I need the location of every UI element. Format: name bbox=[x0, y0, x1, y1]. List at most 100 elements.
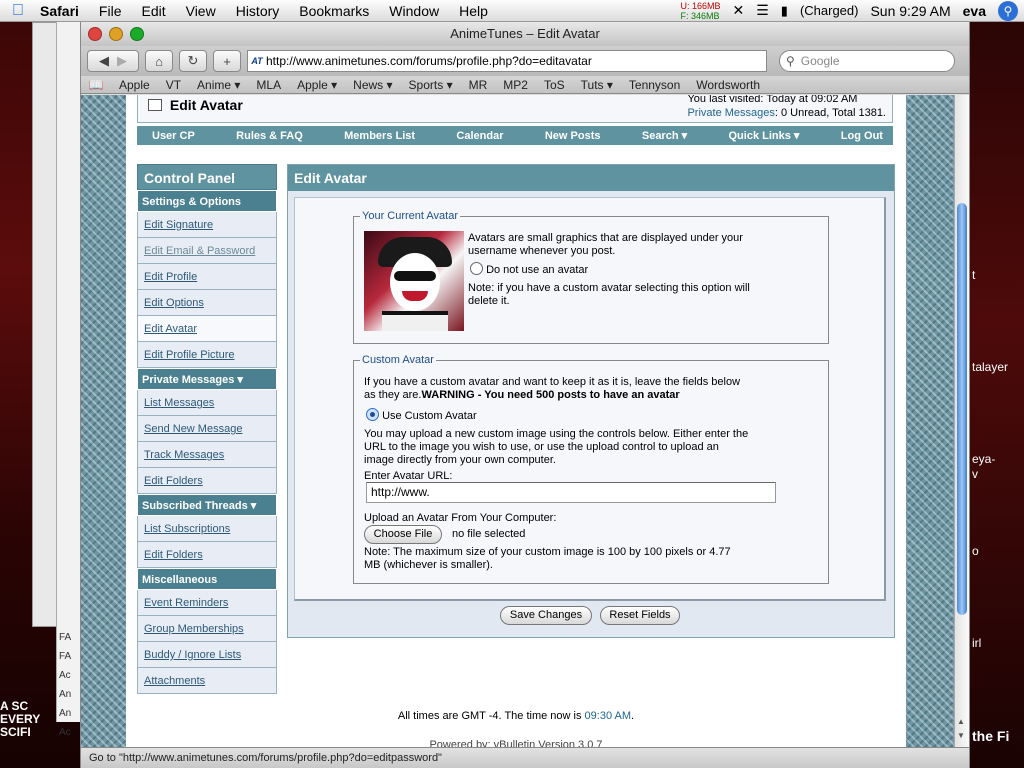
cp-link[interactable]: Edit Folders bbox=[144, 475, 203, 487]
add-bookmark-button[interactable]: + bbox=[213, 50, 241, 72]
bookmark-item[interactable]: Tuts ▾ bbox=[573, 78, 621, 92]
bluetooth-icon[interactable]: ✕ bbox=[732, 2, 744, 19]
google-search-field[interactable]: ⚲ Google bbox=[779, 50, 955, 72]
clock[interactable]: Sun 9:29 AM bbox=[870, 3, 950, 19]
minimize-window-icon[interactable] bbox=[109, 27, 123, 41]
bookmark-item[interactable]: VT bbox=[158, 78, 189, 92]
title-bar[interactable]: AnimeTunes – Edit Avatar bbox=[81, 22, 969, 46]
cp-item-edit-avatar[interactable]: Edit Avatar bbox=[137, 316, 277, 342]
vertical-scrollbar[interactable]: ▲ ▼ bbox=[954, 95, 969, 747]
spotlight-icon[interactable]: ⚲ bbox=[998, 0, 1018, 21]
bookmarks-book-icon[interactable]: 📖 bbox=[81, 78, 111, 92]
menu-app-name[interactable]: Safari bbox=[36, 0, 89, 22]
bookmark-item[interactable]: Tennyson bbox=[621, 78, 688, 92]
cp-link[interactable]: Edit Folders bbox=[144, 549, 203, 561]
nav-quick-links[interactable]: Quick Links ▾ bbox=[729, 129, 800, 142]
bookmark-item[interactable]: ToS bbox=[536, 78, 573, 92]
battery-status[interactable]: (Charged) bbox=[800, 3, 859, 18]
cp-item-attachments[interactable]: Attachments bbox=[137, 668, 277, 694]
user-name[interactable]: eva bbox=[963, 3, 986, 19]
bookmark-item[interactable]: Wordsworth bbox=[688, 78, 768, 92]
bookmark-item[interactable]: MLA bbox=[248, 78, 289, 92]
menu-window[interactable]: Window bbox=[379, 0, 449, 22]
scroll-down-icon[interactable]: ▼ bbox=[957, 731, 965, 740]
nav-rules-faq[interactable]: Rules & FAQ bbox=[236, 130, 303, 142]
menu-edit[interactable]: Edit bbox=[131, 0, 175, 22]
cp-item-list-subscriptions[interactable]: List Subscriptions bbox=[137, 516, 277, 542]
cp-item-send-new-message[interactable]: Send New Message bbox=[137, 416, 277, 442]
bookmark-item[interactable]: MR bbox=[461, 78, 496, 92]
cp-link[interactable]: Send New Message bbox=[144, 423, 242, 435]
nav-calendar[interactable]: Calendar bbox=[456, 130, 503, 142]
bookmark-item[interactable]: Anime ▾ bbox=[189, 78, 248, 92]
cp-link[interactable]: Attachments bbox=[144, 675, 205, 687]
cp-item-edit-signature[interactable]: Edit Signature bbox=[137, 212, 277, 238]
forward-icon[interactable]: ▶ bbox=[117, 53, 127, 69]
cp-link[interactable]: Edit Options bbox=[144, 297, 204, 309]
cp-link[interactable]: Edit Profile Picture bbox=[144, 349, 234, 361]
cp-link[interactable]: Edit Signature bbox=[144, 219, 213, 231]
scroll-up-icon[interactable]: ▲ bbox=[957, 717, 965, 726]
nav-user-cp[interactable]: User CP bbox=[152, 130, 195, 142]
home-button[interactable]: ⌂ bbox=[145, 50, 173, 72]
menu-view[interactable]: View bbox=[176, 0, 226, 22]
reset-fields-button[interactable]: Reset Fields bbox=[600, 606, 680, 625]
no-avatar-radio[interactable] bbox=[470, 262, 483, 275]
back-icon[interactable]: ◀ bbox=[99, 53, 117, 69]
zoom-window-icon[interactable] bbox=[130, 27, 144, 41]
bookmark-item[interactable]: Sports ▾ bbox=[401, 78, 461, 92]
bookmark-item[interactable]: News ▾ bbox=[345, 78, 400, 92]
cp-link[interactable]: List Subscriptions bbox=[144, 523, 230, 535]
use-custom-label[interactable]: Use Custom Avatar bbox=[382, 410, 477, 422]
cp-link[interactable]: Edit Profile bbox=[144, 271, 197, 283]
subscribed-threads-section-header[interactable]: Subscribed Threads ▾ bbox=[137, 494, 277, 516]
use-custom-option[interactable]: Use Custom Avatar bbox=[366, 408, 477, 423]
memory-monitor[interactable]: U: 166MB F: 346MB bbox=[680, 1, 720, 21]
bookmark-item[interactable]: Apple bbox=[111, 78, 158, 92]
no-avatar-option[interactable]: Do not use an avatar bbox=[470, 262, 588, 277]
background-window-2[interactable]: FA FA Ac An An Ac bbox=[56, 22, 80, 738]
menu-history[interactable]: History bbox=[226, 0, 290, 22]
private-messages-section-header[interactable]: Private Messages ▾ bbox=[137, 368, 277, 390]
cp-item-edit-folders[interactable]: Edit Folders bbox=[137, 468, 277, 494]
cp-item-group-memberships[interactable]: Group Memberships bbox=[137, 616, 277, 642]
close-window-icon[interactable] bbox=[88, 27, 102, 41]
cp-link[interactable]: Edit Avatar bbox=[144, 323, 197, 335]
cp-item-edit-options[interactable]: Edit Options bbox=[137, 290, 277, 316]
cp-item-event-reminders[interactable]: Event Reminders bbox=[137, 590, 277, 616]
scrollbar-thumb[interactable] bbox=[957, 203, 967, 615]
cp-item-track-messages[interactable]: Track Messages bbox=[137, 442, 277, 468]
nav-log-out[interactable]: Log Out bbox=[841, 130, 883, 142]
nav-members-list[interactable]: Members List bbox=[344, 130, 415, 142]
cp-item-edit-profile-picture[interactable]: Edit Profile Picture bbox=[137, 342, 277, 368]
cp-item-buddy-ignore-lists[interactable]: Buddy / Ignore Lists bbox=[137, 642, 277, 668]
apple-menu-icon[interactable]:  bbox=[0, 2, 36, 20]
bookmark-item[interactable]: Apple ▾ bbox=[289, 78, 345, 92]
cp-item-edit-profile[interactable]: Edit Profile bbox=[137, 264, 277, 290]
reload-button[interactable]: ↻ bbox=[179, 50, 207, 72]
cp-item-edit-subscription-folders[interactable]: Edit Folders bbox=[137, 542, 277, 568]
wifi-icon[interactable]: ☰ bbox=[756, 2, 769, 19]
cp-item-edit-email-password[interactable]: Edit Email & Password bbox=[137, 238, 277, 264]
cp-link[interactable]: List Messages bbox=[144, 397, 214, 409]
private-messages-link[interactable]: Private Messages bbox=[687, 107, 774, 119]
menu-file[interactable]: File bbox=[89, 0, 132, 22]
cp-link[interactable]: Track Messages bbox=[144, 449, 224, 461]
no-avatar-label[interactable]: Do not use an avatar bbox=[486, 264, 588, 276]
cp-link[interactable]: Edit Email & Password bbox=[144, 245, 255, 257]
cp-link[interactable]: Event Reminders bbox=[144, 597, 228, 609]
menu-bookmarks[interactable]: Bookmarks bbox=[289, 0, 379, 22]
cp-link[interactable]: Buddy / Ignore Lists bbox=[144, 649, 241, 661]
battery-icon[interactable]: ▮ bbox=[781, 3, 788, 19]
address-bar[interactable]: AT http://www.animetunes.com/forums/prof… bbox=[247, 50, 767, 72]
avatar-url-input[interactable]: http://www. bbox=[366, 482, 776, 503]
choose-file-button[interactable]: Choose File bbox=[364, 525, 442, 544]
nav-new-posts[interactable]: New Posts bbox=[545, 130, 601, 142]
use-custom-radio[interactable] bbox=[366, 408, 379, 421]
menu-help[interactable]: Help bbox=[449, 0, 498, 22]
cp-link[interactable]: Group Memberships bbox=[144, 623, 244, 635]
nav-search[interactable]: Search ▾ bbox=[642, 129, 687, 142]
cp-item-list-messages[interactable]: List Messages bbox=[137, 390, 277, 416]
back-forward-buttons[interactable]: ◀ ▶ bbox=[87, 50, 139, 72]
bookmark-item[interactable]: MP2 bbox=[495, 78, 536, 92]
